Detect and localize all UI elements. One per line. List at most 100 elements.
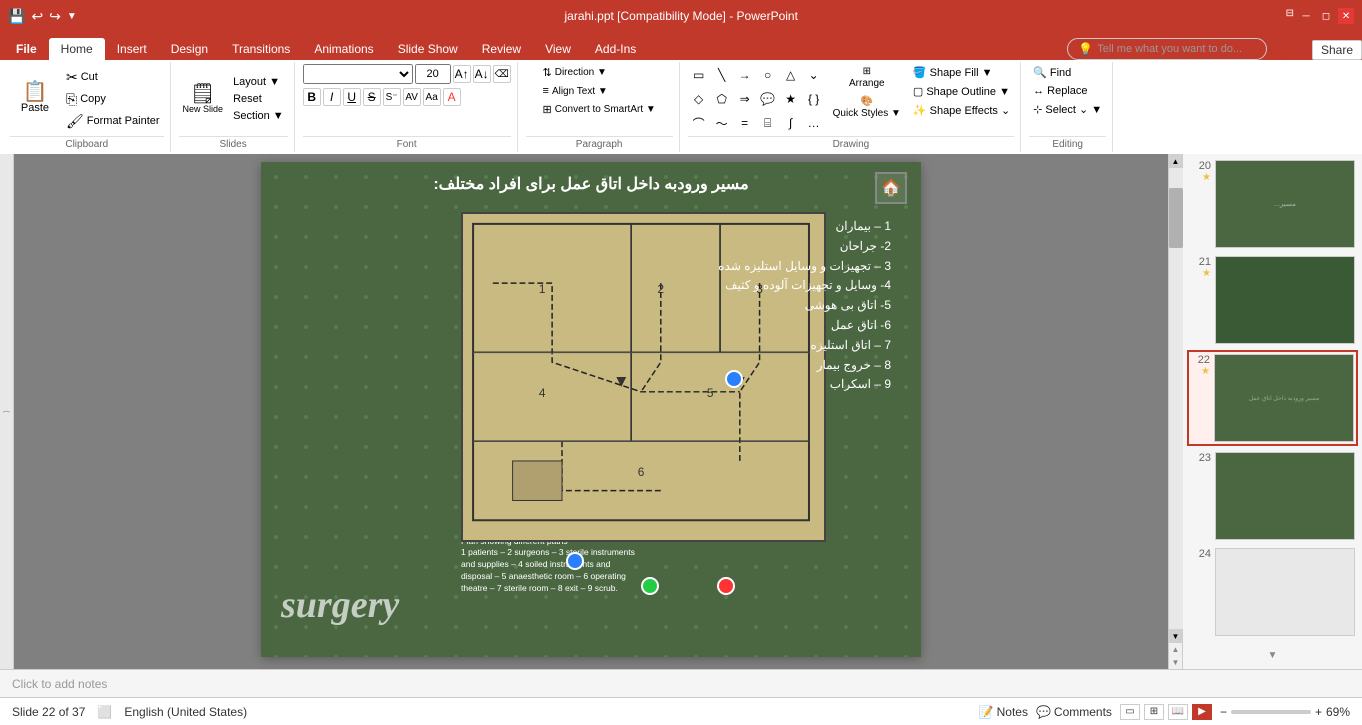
- layout-button[interactable]: Layout ▼: [229, 74, 288, 90]
- arrange-button[interactable]: ⊞ Arrange: [842, 64, 892, 92]
- tab-slideshow[interactable]: Slide Show: [386, 38, 470, 60]
- font-color-button[interactable]: A: [443, 88, 461, 106]
- new-slide-button[interactable]: 🗒 New Slide: [179, 82, 228, 117]
- paste-label: Paste: [21, 102, 49, 115]
- dot-red: [717, 577, 735, 595]
- thumb-img-20[interactable]: مسیر...: [1215, 160, 1355, 248]
- zoom-slider[interactable]: [1231, 710, 1311, 714]
- thumb-img-22[interactable]: مسیر ورودبه داخل اتاق عمل: [1214, 354, 1354, 442]
- slide-scrollbar[interactable]: ▲ ▼ ▲ ▼: [1168, 154, 1182, 669]
- close-button[interactable]: ✕: [1338, 8, 1354, 24]
- zoom-in-button[interactable]: +: [1315, 705, 1322, 719]
- shape-arrow2[interactable]: ⇒: [734, 88, 756, 110]
- shape-tri[interactable]: △: [780, 64, 802, 86]
- char-spacing-button[interactable]: AV: [403, 88, 421, 106]
- share-button[interactable]: Share: [1312, 40, 1362, 60]
- note-bar[interactable]: Click to add notes: [0, 669, 1362, 697]
- thumbnail-20[interactable]: 20 ★ مسیر...: [1187, 158, 1358, 250]
- minimize-button[interactable]: ─: [1298, 8, 1314, 24]
- tab-review[interactable]: Review: [470, 38, 533, 60]
- format-painter-button[interactable]: 🖌 Format Painter: [62, 111, 164, 132]
- shape-callout[interactable]: 💬: [757, 88, 779, 110]
- undo-icon[interactable]: ↩: [31, 8, 43, 25]
- shape-outline-button[interactable]: ▢ Shape Outline ▼: [909, 83, 1014, 100]
- replace-button[interactable]: ↔ Replace: [1029, 83, 1106, 99]
- tab-view[interactable]: View: [533, 38, 583, 60]
- thumbnail-24[interactable]: 24: [1187, 546, 1358, 638]
- font-decrease-button[interactable]: A↓: [473, 65, 491, 83]
- convert-smartart-button[interactable]: ⊞ Convert to SmartArt ▼: [539, 101, 660, 118]
- reset-button[interactable]: Reset: [229, 91, 288, 107]
- font-size-input[interactable]: [415, 64, 451, 84]
- font-name-select[interactable]: [303, 64, 413, 84]
- scroll-down-button[interactable]: ▼: [1169, 629, 1183, 643]
- slide-canvas[interactable]: مسیر ورودبه داخل اتاق عمل برای افراد مخت…: [261, 162, 921, 657]
- italic-button[interactable]: I: [323, 88, 341, 106]
- shape-arrow[interactable]: →: [734, 64, 756, 86]
- bold-button[interactable]: B: [303, 88, 321, 106]
- shape-fill-button[interactable]: 🪣 Shape Fill ▼: [909, 64, 1014, 81]
- ribbon-tabs: File Home Insert Design Transitions Anim…: [0, 32, 1362, 60]
- tab-transitions[interactable]: Transitions: [220, 38, 302, 60]
- shape-effects-button[interactable]: ✨ Shape Effects ⌄: [909, 102, 1014, 119]
- thumbnail-23[interactable]: 23: [1187, 450, 1358, 542]
- shape-diamond[interactable]: ◇: [688, 88, 710, 110]
- tab-insert[interactable]: Insert: [105, 38, 159, 60]
- shape-arc[interactable]: ⌒: [688, 112, 710, 134]
- thumb-img-21[interactable]: [1215, 256, 1355, 344]
- shape-star[interactable]: ★: [780, 88, 802, 110]
- shape-pent[interactable]: ⬠: [711, 88, 733, 110]
- align-text-button[interactable]: ≡ Align Text ▼: [539, 83, 612, 99]
- shape-line[interactable]: ╲: [711, 64, 733, 86]
- strikethrough-button[interactable]: S: [363, 88, 381, 106]
- quick-styles-button[interactable]: 🎨 Quick Styles ▼: [829, 94, 905, 122]
- shape-curly[interactable]: { }: [803, 88, 825, 110]
- zoom-out-button[interactable]: −: [1220, 705, 1227, 719]
- tab-addins[interactable]: Add-Ins: [583, 38, 648, 60]
- shape-oval[interactable]: ○: [757, 64, 779, 86]
- tab-file[interactable]: File: [4, 38, 49, 60]
- find-button[interactable]: 🔍 Find: [1029, 64, 1106, 81]
- copy-button[interactable]: ⎘ Copy: [62, 89, 164, 110]
- slide-sorter-button[interactable]: ⊞: [1144, 704, 1164, 720]
- redo-icon[interactable]: ↪: [49, 8, 61, 25]
- shape-eq[interactable]: =: [734, 112, 756, 134]
- restore-button[interactable]: ◻: [1318, 8, 1334, 24]
- paste-button[interactable]: 📋 Paste: [10, 80, 60, 117]
- tab-design[interactable]: Design: [159, 38, 220, 60]
- cut-button[interactable]: ✂ Cut: [62, 67, 164, 88]
- thumbnail-22[interactable]: 22 ★ مسیر ورودبه داخل اتاق عمل: [1187, 350, 1358, 446]
- underline-button[interactable]: U: [343, 88, 361, 106]
- save-icon[interactable]: 💾: [8, 8, 25, 25]
- notes-button[interactable]: 📝 Notes: [979, 705, 1028, 719]
- shape-more[interactable]: ⌄: [803, 64, 825, 86]
- scroll-thumb[interactable]: [1169, 188, 1183, 248]
- shape-wave[interactable]: 〜: [711, 112, 733, 134]
- align-text-label: Align Text ▼: [552, 86, 608, 97]
- signin-link[interactable]: Sign in: [1267, 43, 1304, 57]
- text-direction-button[interactable]: ⇅ Direction ▼: [539, 64, 611, 81]
- section-button[interactable]: Section ▼: [229, 108, 288, 124]
- thumb-img-23[interactable]: [1215, 452, 1355, 540]
- customize-icon[interactable]: ▼: [67, 11, 77, 22]
- shape-formula[interactable]: ∫: [780, 112, 802, 134]
- shape-brace[interactable]: ⌸: [757, 112, 779, 134]
- select-button[interactable]: ⊹ Select ⌄ ▼: [1029, 101, 1106, 118]
- comments-button[interactable]: 💬 Comments: [1036, 705, 1112, 719]
- tab-animations[interactable]: Animations: [302, 38, 385, 60]
- slideshow-button[interactable]: ▶: [1192, 704, 1212, 720]
- shadow-button[interactable]: S⁻: [383, 88, 401, 106]
- thumb-img-24[interactable]: [1215, 548, 1355, 636]
- tab-home[interactable]: Home: [49, 38, 105, 60]
- shape-rect[interactable]: ▭: [688, 64, 710, 86]
- tell-me-box[interactable]: 💡 Tell me what you want to do...: [1067, 38, 1267, 60]
- thumb-scroll-down[interactable]: ▼: [1268, 650, 1278, 661]
- reading-view-button[interactable]: 📖: [1168, 704, 1188, 720]
- scroll-up-button[interactable]: ▲: [1169, 154, 1183, 168]
- font-increase-button[interactable]: A↑: [453, 65, 471, 83]
- thumbnail-21[interactable]: 21 ★: [1187, 254, 1358, 346]
- normal-view-button[interactable]: ▭: [1120, 704, 1140, 720]
- font-case-button[interactable]: Aa: [423, 88, 441, 106]
- clear-format-button[interactable]: ⌫: [493, 65, 511, 83]
- shape-misc[interactable]: …: [803, 112, 825, 134]
